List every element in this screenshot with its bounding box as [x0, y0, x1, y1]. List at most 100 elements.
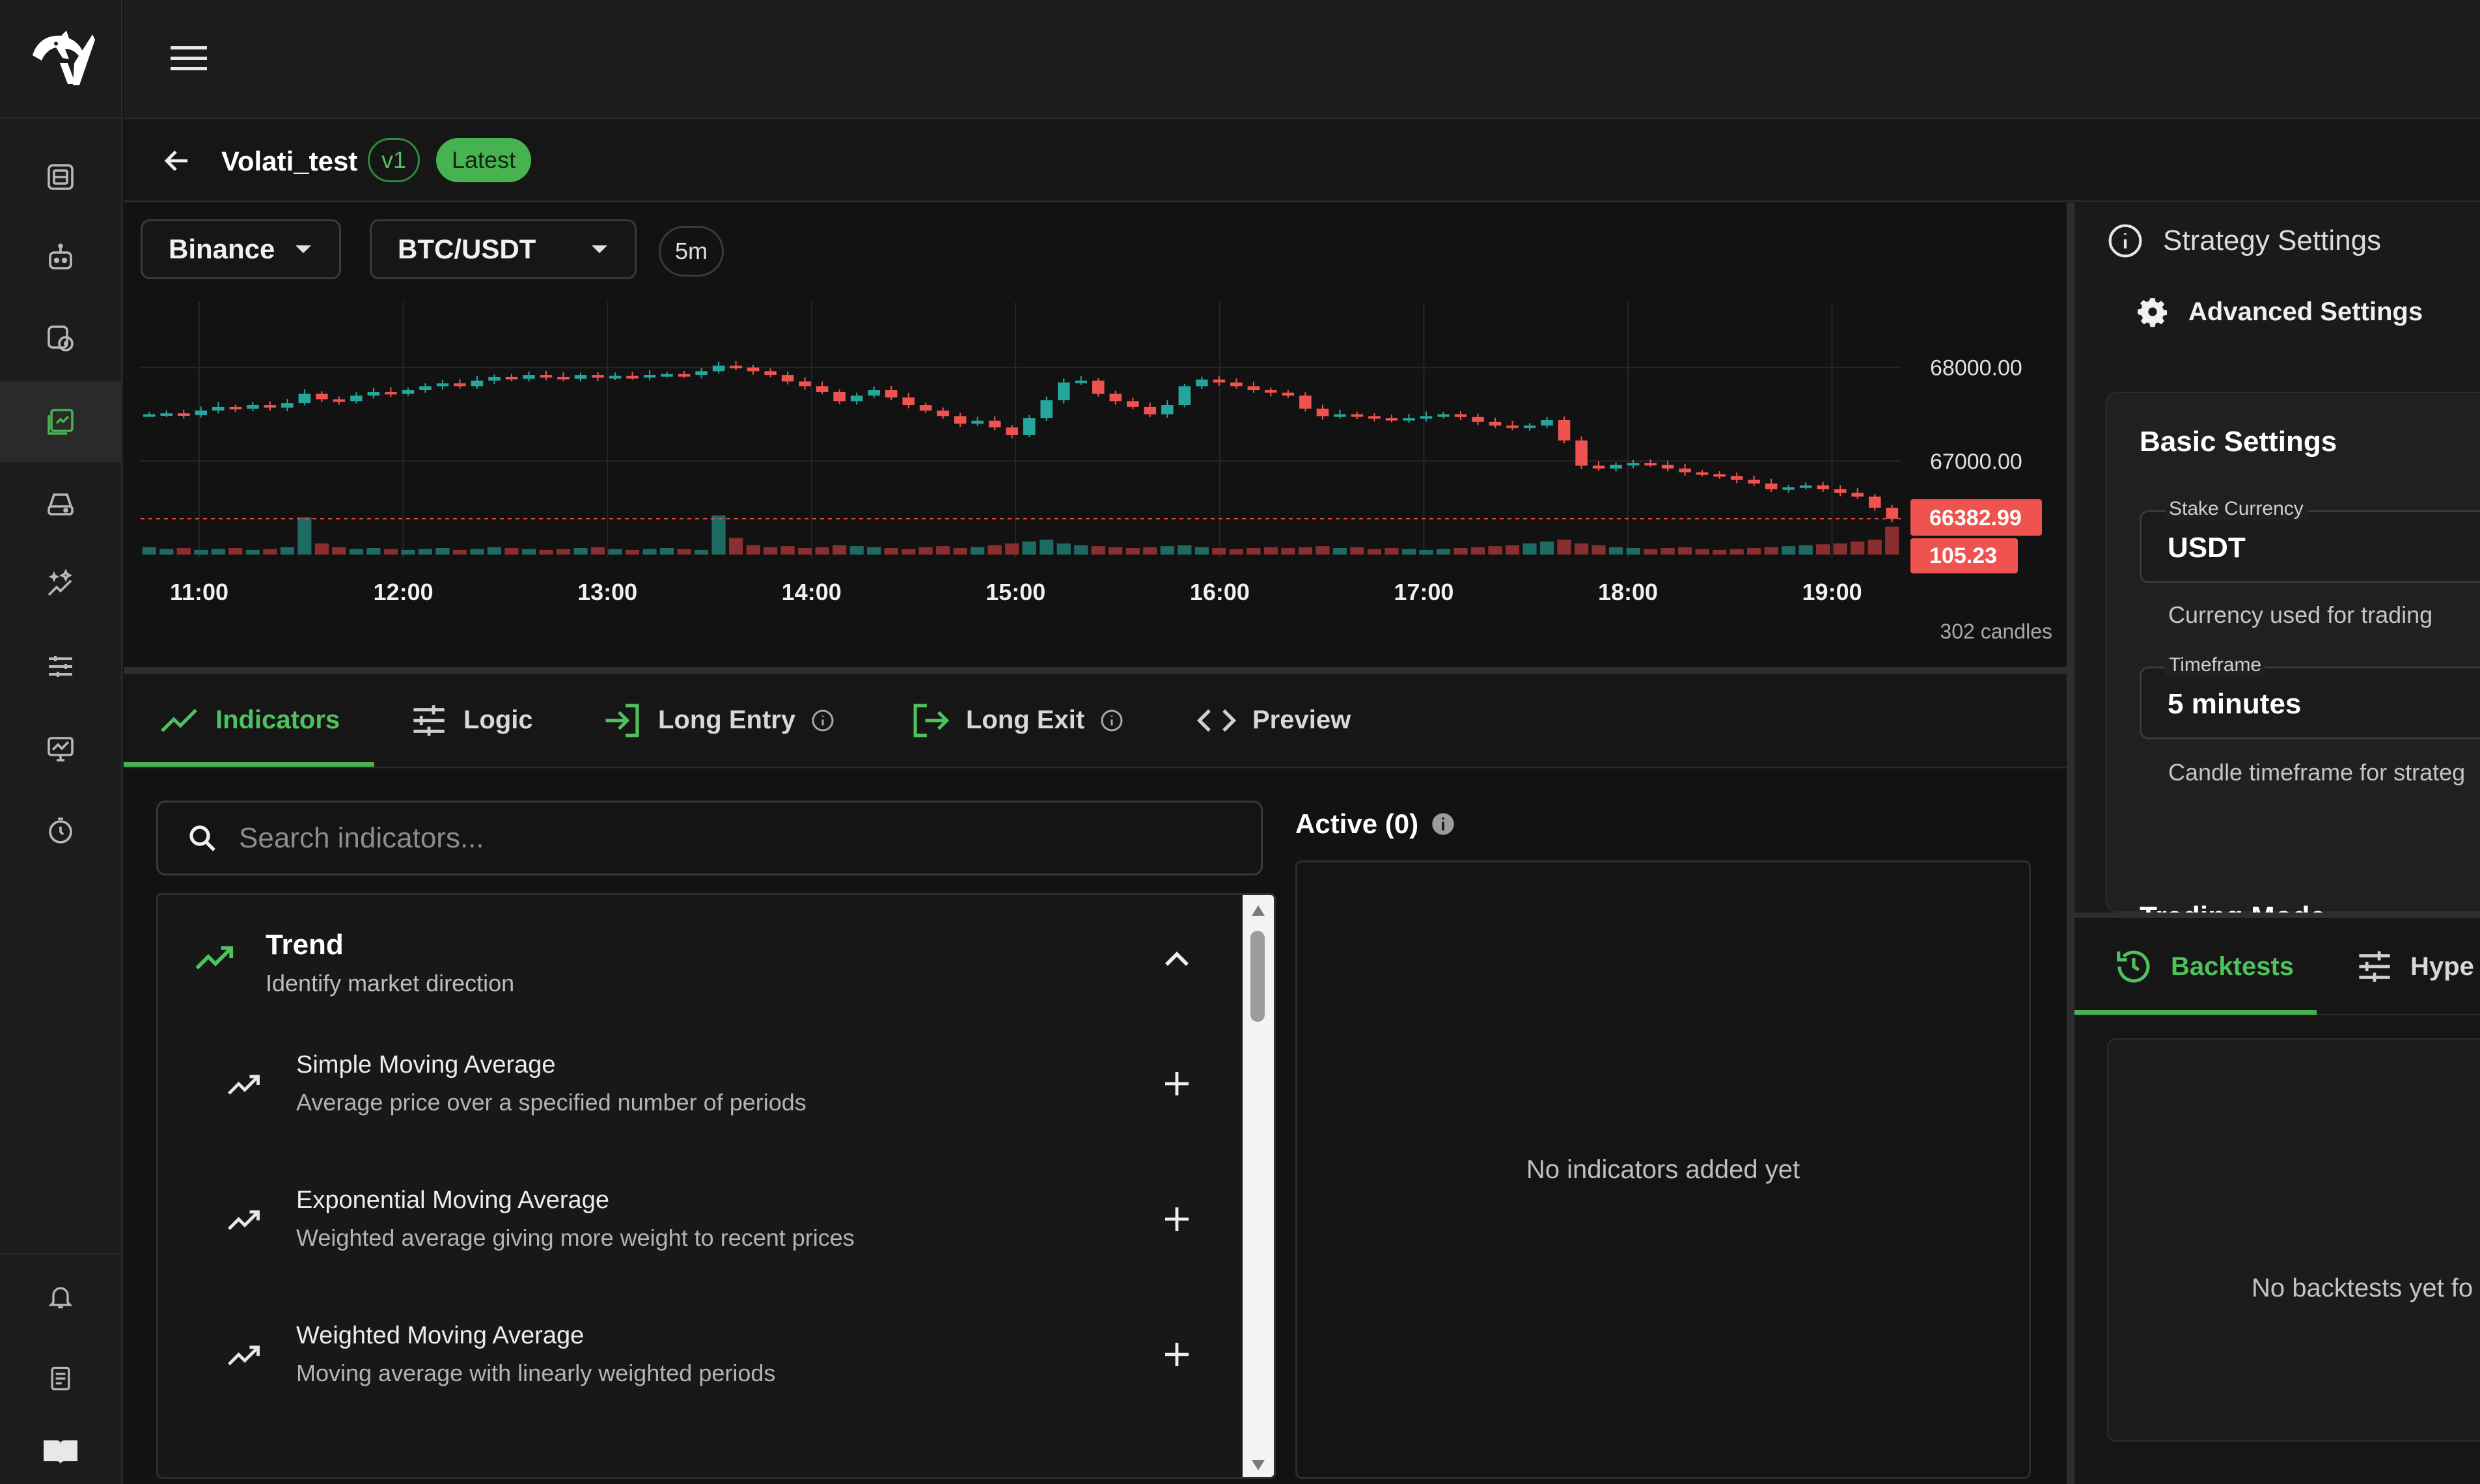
candle-body	[1851, 493, 1864, 497]
basic-settings-title: Basic Settings	[2140, 426, 2337, 458]
tab-label: Hype	[2410, 952, 2474, 981]
y-axis-tick-label: 67000.00	[1930, 449, 2022, 474]
add-indicator-button[interactable]	[1154, 1332, 1200, 1377]
indicator-list: Trend Identify market direction Simple M…	[156, 893, 1276, 1479]
trending-up-icon	[195, 946, 234, 970]
back-button[interactable]	[156, 140, 198, 182]
stake-currency-field[interactable]: Stake Currency USDT	[2140, 498, 2480, 583]
volume-bar	[280, 547, 294, 555]
scrollbar-thumb[interactable]	[1250, 931, 1265, 1022]
sidebar-item-monitor[interactable]	[0, 708, 121, 789]
stake-currency-label: Stake Currency	[2165, 498, 2308, 520]
book-icon	[44, 1440, 77, 1465]
stake-currency-value: USDT	[2168, 532, 2246, 564]
chevron-up-icon[interactable]	[1164, 950, 1190, 967]
volume-bar	[936, 546, 950, 555]
sidebar-item-data[interactable]	[0, 463, 121, 544]
data-drive-icon	[48, 493, 74, 515]
search-input[interactable]	[239, 821, 1261, 855]
tab-backtests[interactable]: Backtests	[2114, 918, 2294, 1015]
candle-body	[1265, 390, 1277, 393]
candle-body	[1748, 480, 1760, 484]
search-box[interactable]	[156, 801, 1263, 875]
tab-hyperopt[interactable]: Hype	[2356, 918, 2474, 1015]
volume-bar	[1867, 540, 1882, 555]
candle-body	[661, 374, 673, 377]
sidebar-item-timer[interactable]	[0, 790, 121, 871]
sidebar-item-exchanges[interactable]	[0, 298, 121, 379]
sidebar-item-dashboard[interactable]	[0, 137, 121, 217]
volume-bar	[1644, 549, 1658, 555]
candle-body	[247, 405, 259, 409]
indicator-list-scrollbar[interactable]	[1243, 895, 1274, 1477]
volume-bar	[1298, 547, 1313, 555]
candle-body	[799, 381, 811, 387]
candle-body	[143, 414, 156, 417]
tab-long-entry[interactable]: Long Entry	[602, 674, 834, 767]
strategy-settings-title: Strategy Settings	[2163, 225, 2382, 256]
volume-bar	[1454, 548, 1468, 555]
volume-bar	[487, 547, 502, 555]
hamburger-menu-icon	[171, 46, 207, 70]
timeframe-field[interactable]: Timeframe 5 minutes	[2140, 654, 2480, 739]
chart-divider[interactable]	[124, 667, 2067, 674]
add-indicator-button[interactable]	[1154, 1196, 1200, 1242]
scroll-down-arrow-icon[interactable]	[1250, 1459, 1266, 1472]
volume-bar	[349, 549, 363, 555]
indicator-item: Exponential Moving Average Weighted aver…	[158, 1167, 1265, 1297]
sidebar-item-bots[interactable]	[0, 217, 121, 298]
group-trend-header[interactable]: Trend Identify market direction	[158, 895, 1265, 1019]
volume-bar	[142, 547, 156, 555]
volume-bar	[418, 549, 433, 555]
volume-bar	[1851, 542, 1865, 555]
empty-indicators-text: No indicators added yet	[1526, 1155, 1800, 1184]
tab-preview[interactable]: Preview	[1196, 674, 1351, 767]
candle-body	[1523, 425, 1536, 428]
advanced-settings-button[interactable]: Advanced Settings	[2136, 295, 2423, 328]
candle-body	[971, 420, 984, 424]
tab-long-exit[interactable]: Long Exit	[910, 674, 1123, 767]
sidebar-item-notifications[interactable]	[0, 1256, 121, 1337]
candle-body	[540, 375, 553, 378]
volume-bar	[1678, 547, 1692, 555]
timeframe-help: Candle timeframe for strateg	[2168, 759, 2466, 786]
volume-bar	[1385, 548, 1399, 555]
volume-bar	[1229, 549, 1243, 555]
tab-indicators[interactable]: Indicators	[159, 674, 340, 767]
sidebar-item-optimizer[interactable]	[0, 626, 121, 707]
indicators-panel: Trend Identify market direction Simple M…	[124, 769, 2067, 1484]
volume-bar	[1194, 547, 1209, 555]
info-icon[interactable]	[1430, 811, 1456, 837]
candle-body	[695, 371, 708, 376]
volume-bar	[1660, 548, 1675, 555]
candlestick-chart[interactable]: 68000.00 67000.00 66382.99 105.23 11:00 12:00…	[124, 294, 2067, 672]
strategy-name: Volati_test	[221, 146, 358, 176]
x-axis-tick-label: 12:00	[374, 579, 434, 605]
active-indicators-header: Active (0)	[1295, 808, 1456, 840]
panel-resize-handle[interactable]	[2067, 203, 2074, 1484]
candle-body	[1196, 379, 1208, 387]
sidebar-item-ai[interactable]	[0, 544, 121, 625]
tab-logic[interactable]: Logic	[410, 674, 533, 767]
candle-body	[1489, 421, 1502, 426]
pair-select[interactable]: BTC/USDT	[370, 219, 637, 279]
notification-bell-icon	[48, 1287, 73, 1309]
candle-body	[1109, 393, 1122, 402]
exchange-select[interactable]: Binance	[141, 219, 341, 279]
volume-bar	[764, 547, 778, 555]
timeframe-chip[interactable]: 5m	[659, 226, 724, 277]
add-indicator-button[interactable]	[1154, 1061, 1200, 1106]
volume-bar	[1764, 547, 1778, 555]
sidebar-item-docs[interactable]	[0, 1338, 121, 1419]
sidebar-item-strategy-builder[interactable]	[0, 381, 121, 462]
sidebar-item-guide[interactable]	[0, 1420, 121, 1484]
volume-bar	[1178, 545, 1192, 555]
app-logo[interactable]	[0, 0, 122, 118]
scroll-up-arrow-icon[interactable]	[1250, 904, 1266, 917]
menu-toggle-button[interactable]	[163, 33, 215, 85]
strategy-settings-header[interactable]: Strategy Settings	[2107, 223, 2381, 259]
volume-bar	[1401, 549, 1416, 555]
chevron-down-icon	[592, 245, 607, 253]
latest-status-badge: Latest	[436, 138, 532, 182]
x-axis-tick-label: 11:00	[170, 579, 228, 605]
